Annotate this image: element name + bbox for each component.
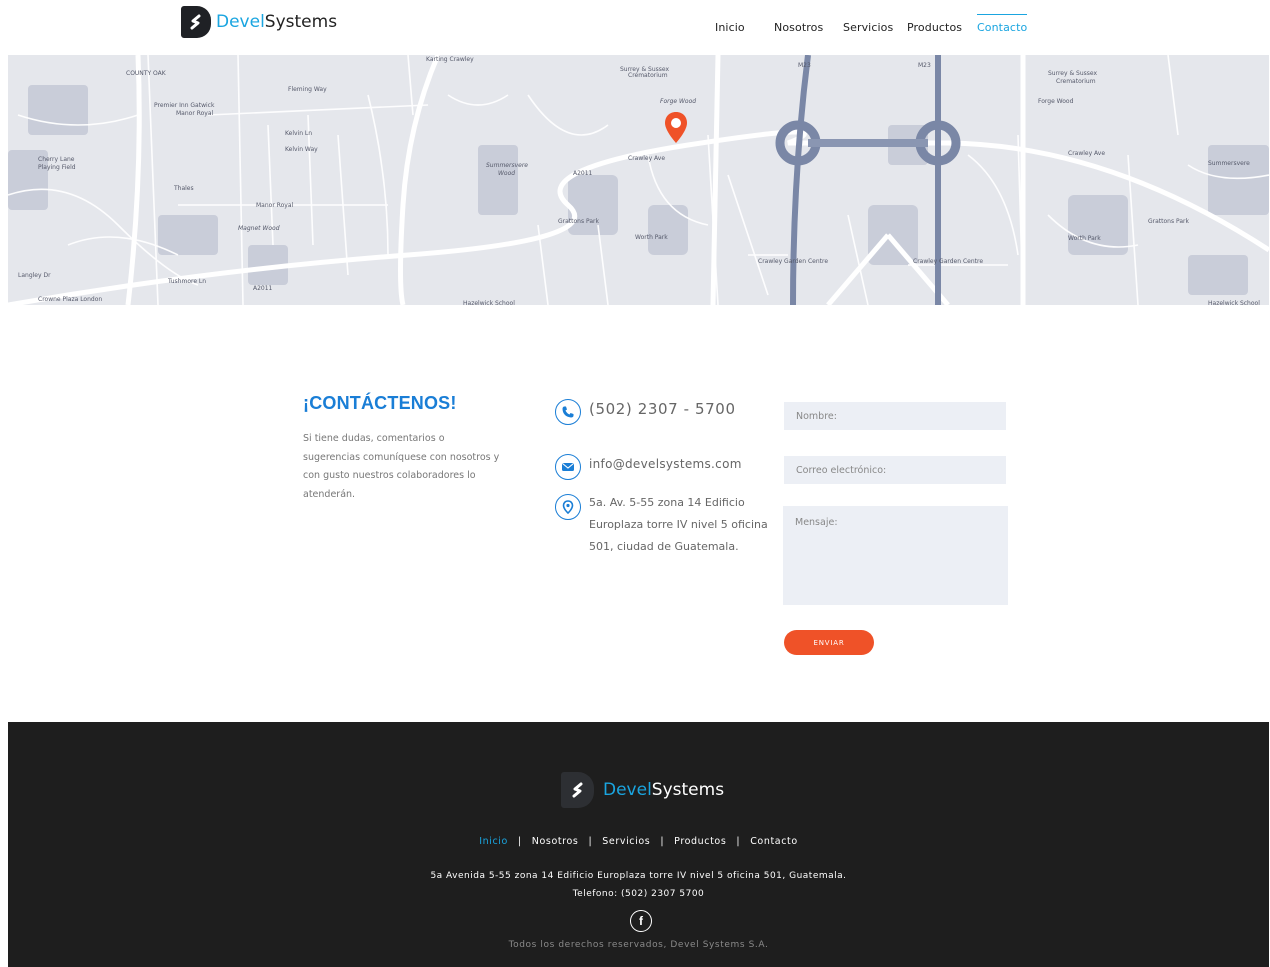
message-field[interactable]: Mensaje: xyxy=(783,506,1008,605)
svg-text:Grattons Park: Grattons Park xyxy=(1148,218,1189,225)
contact-address: 5a. Av. 5-55 zona 14 Edificio Europlaza … xyxy=(589,496,768,553)
svg-text:A2011: A2011 xyxy=(253,285,273,292)
svg-text:Worth Park: Worth Park xyxy=(1068,235,1101,242)
nav-item-nosotros[interactable]: Nosotros xyxy=(774,14,823,40)
footer-phone: Telefono: (502) 2307 5700 xyxy=(572,889,705,899)
footer-nav-inicio[interactable]: Inicio xyxy=(479,836,508,847)
footer-nav-servicios[interactable]: Servicios xyxy=(602,836,650,847)
svg-text:Hazelwick School: Hazelwick School xyxy=(1208,300,1260,305)
svg-text:Cherry Lane: Cherry Lane xyxy=(38,156,75,163)
footer-s-chevron-logo-icon xyxy=(561,772,594,808)
svg-text:Crawley Ave: Crawley Ave xyxy=(628,155,665,162)
svg-text:COUNTY OAK: COUNTY OAK xyxy=(126,70,167,77)
svg-text:Playing Field: Playing Field xyxy=(38,164,76,171)
svg-text:Crematorium: Crematorium xyxy=(628,72,668,79)
footer-logo[interactable]: DevelSystems xyxy=(561,772,724,808)
footer-nav-nosotros[interactable]: Nosotros xyxy=(532,836,579,847)
svg-text:Manor Royal: Manor Royal xyxy=(176,110,213,117)
svg-text:Crowne Plaza London: Crowne Plaza London xyxy=(38,296,102,303)
footer-nav-contacto[interactable]: Contacto xyxy=(750,836,798,847)
footer-nav-productos[interactable]: Productos xyxy=(674,836,726,847)
svg-text:Surrey & Sussex: Surrey & Sussex xyxy=(1048,70,1097,77)
svg-text:Forge Wood: Forge Wood xyxy=(660,98,696,105)
svg-text:Summersvere: Summersvere xyxy=(1208,160,1250,167)
svg-text:Karting Crawley: Karting Crawley xyxy=(426,56,474,63)
location-map[interactable]: COUNTY OAK Premier Inn Gatwick Manor Roy… xyxy=(8,55,1269,305)
svg-text:Langley Dr: Langley Dr xyxy=(18,272,51,279)
svg-text:Crawley Ave: Crawley Ave xyxy=(1068,150,1105,157)
contact-description: Si tiene dudas, comentarios o sugerencia… xyxy=(303,433,500,500)
svg-text:M23: M23 xyxy=(798,62,811,69)
site-header: DevelSystems Inicio Nosotros Servicios P… xyxy=(0,0,1270,55)
svg-text:Worth Park: Worth Park xyxy=(635,234,668,241)
svg-text:Hazelwick School: Hazelwick School xyxy=(463,300,515,305)
footer-brand-name: DevelSystems xyxy=(603,780,724,800)
svg-text:Crematorium: Crematorium xyxy=(1056,78,1096,85)
svg-text:A2011: A2011 xyxy=(573,170,593,177)
site-footer: DevelSystems Inicio | Nosotros | Servicios | P… xyxy=(8,722,1269,967)
footer-nav: Inicio | Nosotros | Servicios | Productos | Cont… xyxy=(8,836,1269,847)
name-field[interactable]: Nombre: xyxy=(784,402,1006,430)
svg-text:Magnet Wood: Magnet Wood xyxy=(238,225,280,232)
map-canvas: COUNTY OAK Premier Inn Gatwick Manor Roy… xyxy=(8,55,1269,305)
contact-phone[interactable]: (502) 2307 - 5700 xyxy=(589,399,736,419)
footer-brand-name-part1: Devel xyxy=(603,780,652,800)
footer-nav-separator: | xyxy=(736,836,741,847)
nav-item-inicio[interactable]: Inicio xyxy=(715,14,745,40)
contact-address-row: 5a. Av. 5-55 zona 14 Edificio Europlaza … xyxy=(555,494,769,558)
send-button[interactable]: ENVIAR xyxy=(784,630,874,655)
svg-text:Grattons Park: Grattons Park xyxy=(558,218,599,225)
svg-text:Crawley Garden Centre: Crawley Garden Centre xyxy=(758,258,828,265)
footer-address: 5a Avenida 5-55 zona 14 Edificio Europla… xyxy=(430,871,847,881)
email-field[interactable]: Correo electrónico: xyxy=(784,456,1006,484)
footer-nav-separator: | xyxy=(588,836,593,847)
svg-text:Wood: Wood xyxy=(498,170,515,177)
footer-brand-name-part2: Systems xyxy=(651,780,725,800)
phone-icon xyxy=(555,399,581,425)
contact-email[interactable]: info@develsystems.com xyxy=(589,454,742,474)
svg-text:Crawley Garden Centre: Crawley Garden Centre xyxy=(913,258,983,265)
contact-phone-row: (502) 2307 - 5700 xyxy=(555,399,736,425)
main-nav: Inicio Nosotros Servicios Productos Cont… xyxy=(0,14,1270,40)
nav-item-productos[interactable]: Productos xyxy=(907,14,962,40)
footer-copyright: Todos los derechos reservados, Devel Sys… xyxy=(508,940,769,950)
contact-title: ¡CONTÁCTENOS! xyxy=(303,393,457,413)
nav-item-servicios[interactable]: Servicios xyxy=(843,14,893,40)
svg-text:M23: M23 xyxy=(918,62,931,69)
svg-text:Premier Inn Gatwick: Premier Inn Gatwick xyxy=(154,102,215,109)
footer-nav-separator: | xyxy=(660,836,665,847)
facebook-glyph: f xyxy=(639,914,643,928)
svg-text:Forge Wood: Forge Wood xyxy=(1038,98,1074,105)
envelope-icon xyxy=(555,454,581,480)
svg-text:Thales: Thales xyxy=(173,185,194,192)
svg-text:Fleming Way: Fleming Way xyxy=(288,86,327,93)
svg-text:Manor Royal: Manor Royal xyxy=(256,202,293,209)
contact-email-row: info@develsystems.com xyxy=(555,454,742,480)
svg-text:Summersvere: Summersvere xyxy=(486,162,528,169)
svg-text:Kelvin Ln: Kelvin Ln xyxy=(285,130,312,137)
location-pin-icon xyxy=(555,494,581,520)
footer-nav-separator: | xyxy=(517,836,522,847)
svg-text:Tushmore Ln: Tushmore Ln xyxy=(167,278,206,285)
facebook-icon[interactable]: f xyxy=(630,910,652,932)
nav-item-contacto[interactable]: Contacto xyxy=(977,14,1028,40)
svg-text:Kelvin Way: Kelvin Way xyxy=(285,146,318,153)
